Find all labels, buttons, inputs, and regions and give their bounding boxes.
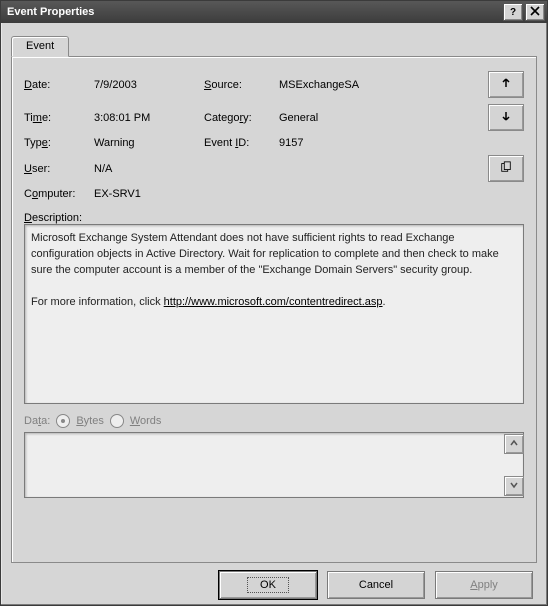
description-more-prefix: For more information, click [31,296,164,308]
data-area[interactable] [24,432,524,498]
label-computer: Computer: [24,188,94,200]
arrow-down-icon [500,110,512,125]
tab-event-label: Event [26,40,54,52]
copy-button[interactable] [488,155,524,182]
value-category: General [279,112,480,124]
radio-words [110,414,124,428]
dialog-button-row: OK Cancel Apply [11,563,537,599]
description-suffix: . [383,296,386,308]
value-eventid: 9157 [279,137,480,149]
label-description: Description: [24,212,524,224]
label-words: Words [130,415,162,427]
value-type: Warning [94,137,204,149]
value-time: 3:08:01 PM [94,112,204,124]
description-link[interactable]: http://www.microsoft.com/contentredirect… [164,296,383,308]
title-bar: Event Properties ? [1,1,547,23]
label-bytes: Bytes [76,415,104,427]
chevron-up-icon [510,438,518,450]
tab-panel: Date: 7/9/2003 Source: MSExchangeSA Time… [11,56,537,563]
help-button[interactable]: ? [503,3,523,21]
label-category: Category: [204,112,279,124]
cancel-button-label: Cancel [346,577,406,593]
value-user: N/A [94,163,480,175]
label-data: Data: [24,415,50,427]
value-source: MSExchangeSA [279,79,480,91]
label-user: User: [24,163,94,175]
window-title: Event Properties [7,6,501,18]
cancel-button[interactable]: Cancel [327,571,425,599]
scroll-up-button[interactable] [504,434,524,454]
chevron-down-icon [510,480,518,492]
label-date: Date: [24,79,94,91]
copy-icon [500,161,512,176]
close-button[interactable] [525,3,545,21]
tab-strip: Event [11,31,537,56]
ok-button-label: OK [247,577,289,593]
properties-grid: Date: 7/9/2003 Source: MSExchangeSA Time… [24,71,524,200]
next-event-button[interactable] [488,104,524,131]
radio-bytes [56,414,70,428]
label-type: Type: [24,137,94,149]
label-source: Source: [204,79,279,91]
data-area-wrap [24,432,524,498]
description-body: Microsoft Exchange System Attendant does… [31,232,499,276]
prev-event-button[interactable] [488,71,524,98]
apply-button: Apply [435,571,533,599]
arrow-up-icon [500,77,512,92]
close-icon [530,6,540,19]
ok-button[interactable]: OK [219,571,317,599]
dialog-window: Event Properties ? Event Date: 7/9/2003 … [0,0,548,606]
apply-button-label: Apply [457,577,511,593]
help-icon: ? [510,7,516,18]
label-eventid: Event ID: [204,137,279,149]
label-time: Time: [24,112,94,124]
data-format-row: Data: Bytes Words [24,414,524,428]
scroll-down-button[interactable] [504,476,524,496]
value-date: 7/9/2003 [94,79,204,91]
description-text[interactable]: Microsoft Exchange System Attendant does… [24,224,524,404]
tab-event[interactable]: Event [11,36,69,57]
client-area: Event Date: 7/9/2003 Source: MSExchangeS… [1,23,547,605]
data-scrollbar [504,434,522,496]
value-computer: EX-SRV1 [94,188,480,200]
